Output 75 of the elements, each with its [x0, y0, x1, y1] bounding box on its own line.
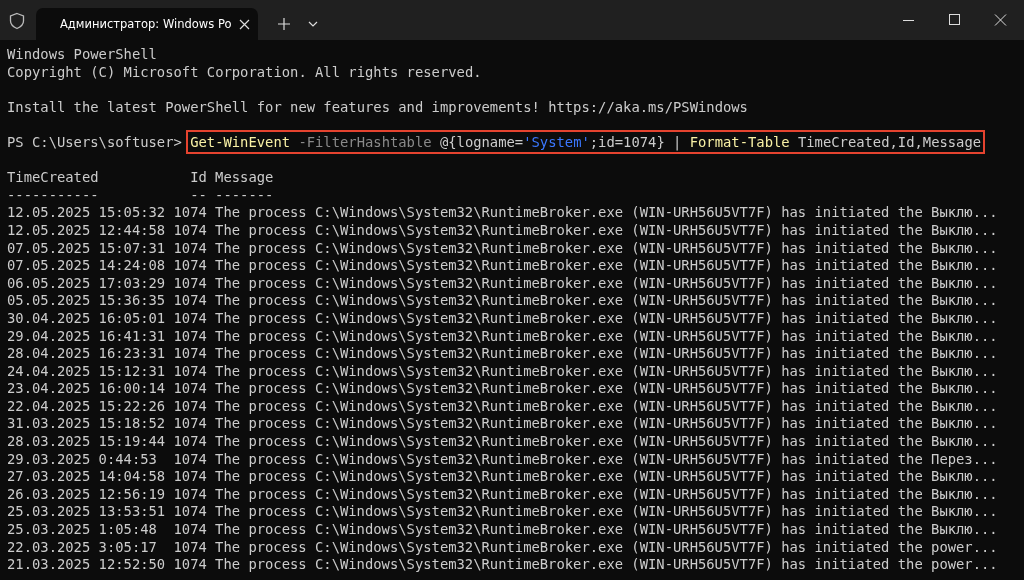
message-text: The process C:\Windows\System32\RuntimeBroker.exe (WIN-URH56U5VT7F) has initiated the Выклю... [215, 362, 998, 381]
message-text: The process C:\Windows\System32\RuntimeBroker.exe (WIN-URH56U5VT7F) has initiated the Выклю... [215, 257, 998, 275]
tab-title: Администратор: Windows Po [60, 17, 232, 31]
timestamp-text: 07.05.2025 15:07:31 [7, 239, 166, 258]
event-id-text: 1074 [173, 556, 207, 574]
console-text: Windows PowerShell [7, 46, 157, 62]
timestamp-text: 25.03.2025 1:05:48 [7, 521, 158, 539]
message-text: The process C:\Windows\System32\RuntimeBroker.exe (WIN-URH56U5VT7F) has initiated the power... [215, 538, 998, 557]
header-underline: ----------- [7, 186, 100, 205]
event-id-text: 1074 [173, 204, 207, 222]
timestamp-text: 12.05.2025 15:05:32 [7, 204, 166, 222]
message-text: The process C:\Windows\System32\RuntimeBroker.exe (WIN-URH56U5VT7F) has initiated the Выклю... [215, 239, 998, 258]
console-text: Copyright (C) Microsoft Corporation. All rights reserved. [7, 63, 482, 80]
message-text: The process C:\Windows\System32\RuntimeBroker.exe (WIN-URH56U5VT7F) has initiated the Выклю... [215, 521, 998, 539]
timestamp-text: 26.03.2025 12:56:19 [7, 485, 166, 504]
message-text: The process C:\Windows\System32\RuntimeBroker.exe (WIN-URH56U5VT7F) has initiated the Выклю... [215, 327, 998, 346]
timestamp-text: 05.05.2025 15:36:35 [7, 292, 166, 310]
message-text: The process C:\Windows\System32\RuntimeBroker.exe (WIN-URH56U5VT7F) has initiated the Выклю... [215, 415, 998, 434]
timestamp-text: 30.04.2025 16:05:01 [7, 309, 166, 328]
timestamp-text: 31.03.2025 15:18:52 [7, 415, 166, 434]
event-id-text: 1074 [173, 433, 207, 451]
event-id-text: 1074 [173, 503, 207, 522]
timestamp-text: 24.04.2025 15:12:31 [7, 362, 166, 381]
event-id-text: 1074 [173, 362, 207, 381]
message-text: The process C:\Windows\System32\RuntimeBroker.exe (WIN-URH56U5VT7F) has initiated the Перез... [215, 450, 998, 469]
timestamp-text: 23.04.2025 16:00:14 [7, 380, 166, 398]
timestamp-text: 22.04.2025 15:22:26 [7, 397, 166, 416]
message-text: The process C:\Windows\System32\RuntimeBroker.exe (WIN-URH56U5VT7F) has initiated the Выклю... [215, 485, 998, 504]
timestamp-text: 06.05.2025 17:03:29 [7, 274, 166, 293]
message-text: The process C:\Windows\System32\RuntimeBroker.exe (WIN-URH56U5VT7F) has initiated the Выклю... [215, 221, 998, 240]
timestamp-text: 21.03.2025 12:52:50 [7, 556, 166, 574]
message-text: The process C:\Windows\System32\RuntimeBroker.exe (WIN-URH56U5VT7F) has initiated the Выклю... [215, 292, 998, 310]
timestamp-text: 12.05.2025 12:44:58 [7, 221, 166, 240]
timestamp-text: 27.03.2025 14:04:58 [7, 468, 166, 486]
event-id-text: 1074 [173, 380, 207, 398]
message-text: The process C:\Windows\System32\RuntimeBroker.exe (WIN-URH56U5VT7F) has initiated the Выклю... [215, 433, 998, 451]
message-text: The process C:\Windows\System32\RuntimeBroker.exe (WIN-URH56U5VT7F) has initiated the Выклю... [215, 380, 998, 398]
event-id-text: 1074 [173, 485, 207, 504]
message-text: The process C:\Windows\System32\RuntimeBroker.exe (WIN-URH56U5VT7F) has initiated the Выклю... [215, 397, 998, 416]
timestamp-text: 29.03.2025 0:44:53 [7, 450, 158, 469]
column-header: Id [189, 169, 207, 187]
message-text: The process C:\Windows\System32\RuntimeBroker.exe (WIN-URH56U5VT7F) has initiated the Выклю... [215, 204, 998, 222]
event-id-text: 1074 [173, 257, 207, 275]
event-id-text: 1074 [173, 450, 207, 469]
timestamp-text: 28.03.2025 15:19:44 [7, 433, 166, 451]
event-id-text: 1074 [173, 221, 207, 240]
event-id-text: 1074 [173, 397, 207, 416]
column-header: TimeCreated [7, 169, 100, 187]
message-text: The process C:\Windows\System32\RuntimeBroker.exe (WIN-URH56U5VT7F) has initiated the Выклю... [215, 503, 998, 522]
timestamp-text: 22.03.2025 3:05:17 [7, 538, 158, 557]
message-text: The process C:\Windows\System32\RuntimeBroker.exe (WIN-URH56U5VT7F) has initiated the Выклю... [215, 274, 998, 293]
prompt-text: PS C:\Users\softuser> [7, 133, 182, 150]
event-id-text: 1074 [173, 415, 207, 434]
message-text: The process C:\Windows\System32\RuntimeBroker.exe (WIN-URH56U5VT7F) has initiated the power... [215, 556, 998, 574]
timestamp-text: 25.03.2025 13:53:51 [7, 503, 166, 522]
event-id-text: 1074 [173, 309, 207, 328]
event-id-text: 1074 [173, 292, 207, 310]
timestamp-text: 29.04.2025 16:41:31 [7, 327, 166, 346]
message-text: The process C:\Windows\System32\RuntimeBroker.exe (WIN-URH56U5VT7F) has initiated the Выклю... [215, 345, 998, 363]
column-header: Message [215, 169, 275, 187]
event-id-text: 1074 [173, 538, 207, 557]
console-text: Install the latest PowerShell for new features and improvements! https://aka.ms/PSWindows [7, 98, 748, 115]
event-id-text: 1074 [173, 468, 207, 486]
event-id-text: 1074 [173, 274, 207, 293]
header-underline: -- [189, 186, 207, 205]
event-id-text: 1074 [173, 327, 207, 346]
message-text: The process C:\Windows\System32\RuntimeBroker.exe (WIN-URH56U5VT7F) has initiated the Выклю... [215, 468, 998, 486]
timestamp-text: 07.05.2025 14:24:08 [7, 257, 166, 275]
event-id-text: 1074 [173, 521, 207, 539]
message-text: The process C:\Windows\System32\RuntimeBroker.exe (WIN-URH56U5VT7F) has initiated the Выклю... [215, 309, 998, 328]
terminal-tab[interactable]: Администратор: Windows Po [36, 8, 258, 40]
header-underline: ------- [215, 186, 275, 205]
timestamp-text: 28.04.2025 16:23:31 [7, 345, 166, 363]
event-id-text: 1074 [173, 345, 207, 363]
event-id-text: 1074 [173, 239, 207, 258]
